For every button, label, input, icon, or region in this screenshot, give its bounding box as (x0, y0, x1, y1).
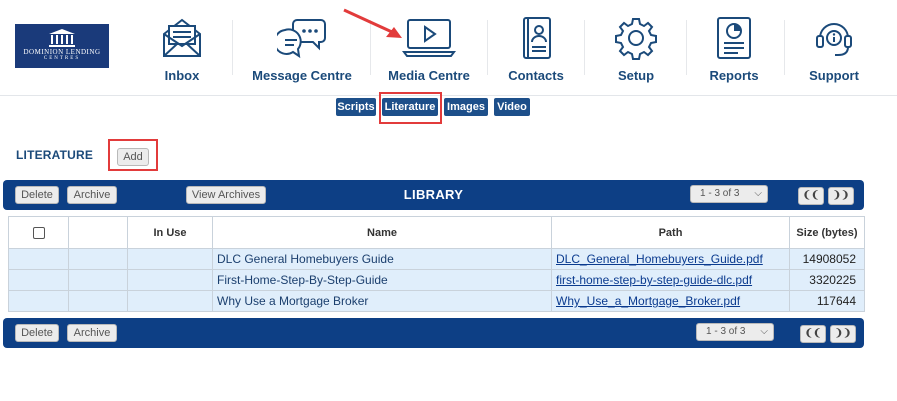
row-path-link[interactable]: first-home-step-by-step-guide-dlc.pdf (556, 273, 752, 287)
table-header-row: In Use Name Path Size (bytes) (8, 216, 865, 249)
nav-reports-label: Reports (709, 68, 759, 83)
subtab-video[interactable]: Video (494, 98, 530, 116)
row-size: 117644 (789, 290, 865, 312)
contacts-book-icon (523, 17, 551, 59)
nav-divider (686, 20, 687, 75)
header: DOMINION LENDING CENTRES Inbox Message C… (0, 0, 897, 96)
row-in-use-cell (127, 290, 213, 312)
select-all-cell (8, 216, 69, 249)
logo-line2: CENTRES (43, 56, 81, 61)
red-arrow-annotation (343, 8, 402, 38)
row-blank-cell (68, 248, 128, 270)
row-name: Why Use a Mortgage Broker (212, 290, 552, 312)
row-path-link[interactable]: DLC_General_Homebuyers_Guide.pdf (556, 252, 763, 266)
headset-icon (816, 23, 852, 56)
row-name: First-Home-Step-By-Step-Guide (212, 269, 552, 291)
table-row[interactable]: Why Use a Mortgage Broker Why_Use_a_Mort… (8, 290, 865, 312)
nav-inbox-label: Inbox (164, 68, 200, 83)
archive-button-bottom[interactable]: Archive (67, 324, 117, 342)
nav-divider (584, 20, 585, 75)
dominion-lending-logo[interactable]: DOMINION LENDING CENTRES (15, 24, 109, 68)
row-in-use-cell (127, 248, 213, 270)
chevron-down-icon: ⌵ (760, 326, 768, 337)
select-all-checkbox[interactable] (32, 226, 45, 239)
row-in-use-cell (127, 269, 213, 291)
play-monitor-icon (402, 19, 456, 57)
header-name[interactable]: Name (212, 216, 552, 249)
nav-contacts-label: Contacts (508, 68, 564, 83)
section-title: LITERATURE (16, 148, 94, 162)
subtab-scripts[interactable]: Scripts (336, 98, 376, 116)
row-blank-cell (68, 290, 128, 312)
row-path-link[interactable]: Why_Use_a_Mortgage_Broker.pdf (556, 294, 740, 308)
inbox-icon (163, 18, 201, 57)
next-page-button-bottom[interactable]: ❩❩ (830, 325, 856, 343)
logo-line1: DOMINION LENDING (23, 48, 101, 56)
nav-divider (784, 20, 785, 75)
header-size[interactable]: Size (bytes) (789, 216, 865, 249)
row-blank-cell (68, 269, 128, 291)
nav-reports[interactable]: Reports (704, 12, 764, 92)
pager-select-bottom[interactable]: 1 - 3 of 3 ⌵ (696, 323, 774, 341)
delete-button-bottom[interactable]: Delete (15, 324, 59, 342)
add-button[interactable]: Add (117, 148, 149, 166)
pager-text-bottom: 1 - 3 of 3 (706, 326, 746, 337)
header-path[interactable]: Path (551, 216, 790, 249)
next-page-button[interactable]: ❩❩ (828, 187, 854, 205)
library-toolbar-bottom: Delete Archive 1 - 3 of 3 ⌵ ❨❨ ❩❩ (3, 318, 864, 348)
row-size: 3320225 (789, 269, 865, 291)
prev-page-button-bottom[interactable]: ❨❨ (800, 325, 826, 343)
pager-select[interactable]: 1 - 3 of 3 ⌵ (690, 185, 768, 203)
row-path-cell: Why_Use_a_Mortgage_Broker.pdf (551, 290, 790, 312)
report-icon (717, 17, 751, 59)
subtab-images[interactable]: Images (444, 98, 488, 116)
message-bubbles-icon (277, 19, 326, 59)
table-row[interactable]: DLC General Homebuyers Guide DLC_General… (8, 248, 865, 270)
nav-divider (487, 20, 488, 75)
pager-text: 1 - 3 of 3 (700, 188, 740, 199)
nav-message-centre[interactable]: Message Centre (252, 12, 352, 92)
building-icon (49, 29, 75, 47)
gear-icon (615, 18, 657, 60)
row-size: 14908052 (789, 248, 865, 270)
nav-setup-label: Setup (617, 68, 655, 83)
row-select-cell[interactable] (8, 248, 69, 270)
row-path-cell: first-home-step-by-step-guide-dlc.pdf (551, 269, 790, 291)
literature-highlight-box (379, 92, 442, 124)
nav-support-label: Support (809, 68, 859, 83)
row-path-cell: DLC_General_Homebuyers_Guide.pdf (551, 248, 790, 270)
header-blank (68, 216, 128, 249)
nav-media-centre-label: Media Centre (388, 68, 470, 83)
chevron-down-icon: ⌵ (754, 188, 762, 199)
prev-page-button[interactable]: ❨❨ (798, 187, 824, 205)
library-toolbar-top: Delete Archive View Archives LIBRARY 1 -… (3, 180, 864, 210)
header-in-use[interactable]: In Use (127, 216, 213, 249)
nav-inbox[interactable]: Inbox (152, 12, 212, 92)
row-select-cell[interactable] (8, 269, 69, 291)
table-row[interactable]: First-Home-Step-By-Step-Guide first-home… (8, 269, 865, 291)
nav-contacts[interactable]: Contacts (506, 12, 566, 92)
literature-table: In Use Name Path Size (bytes) DLC Genera… (8, 216, 865, 312)
row-select-cell[interactable] (8, 290, 69, 312)
nav-setup[interactable]: Setup (606, 12, 666, 92)
nav-support[interactable]: Support (804, 12, 864, 92)
row-name: DLC General Homebuyers Guide (212, 248, 552, 270)
nav-message-centre-label: Message Centre (252, 68, 352, 83)
nav-divider (232, 20, 233, 75)
